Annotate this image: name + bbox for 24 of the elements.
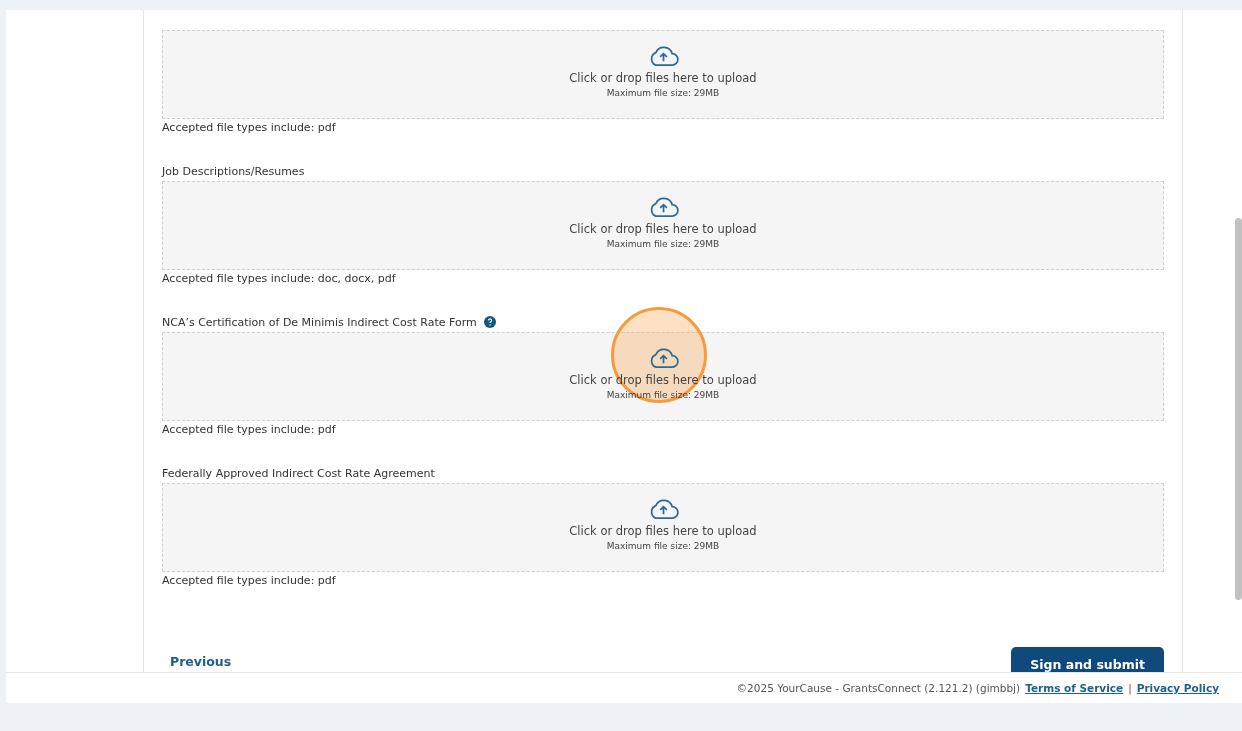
upload-dropzone[interactable]: Click or drop files here to upload Maximum file size: 29MB [162,181,1164,270]
accepted-types-text: Accepted file types include: pdf [162,423,337,436]
previous-link[interactable]: Previous [162,647,240,672]
accepted-types-text: Accepted file types include: pdf [162,121,337,134]
privacy-link[interactable]: Privacy Policy [1136,682,1219,694]
field-label: Job Descriptions/Resumes [162,164,305,178]
max-size-text: Maximum file size: 29MB [606,88,720,98]
upload-dropzone[interactable]: Click or drop files here to upload Maximum file size: 29MB [162,30,1164,119]
field-label: NCA’s Certification of De Minimis Indirect Cost Rate Form [162,315,477,329]
field-label: Federally Approved Indirect Cost Rate Agreement [162,466,435,480]
copyright-text: ©2025 YourCause - GrantsConnect (2.121.2) (gimbbj) [736,682,1021,694]
max-size-text: Maximum file size: 29MB [606,541,720,551]
upload-dropzone[interactable]: Click or drop files here to upload Maximum file size: 29MB [162,483,1164,572]
accepted-types-text: Accepted file types include: doc, docx, pdf [162,272,397,285]
separator-text: | [1128,682,1132,694]
terms-link[interactable]: Terms of Service [1025,682,1124,694]
upload-prompt: Click or drop files here to upload [569,222,757,236]
max-size-text: Maximum file size: 29MB [606,239,720,249]
help-icon[interactable] [483,316,496,328]
upload-prompt: Click or drop files here to upload [569,71,757,85]
scrollbar-thumb[interactable] [1235,218,1242,600]
accepted-types-text: Accepted file types include: pdf [162,574,337,587]
sign-and-submit-button[interactable]: Sign and submit [1011,647,1164,672]
upload-prompt: Click or drop files here to upload [569,524,757,538]
